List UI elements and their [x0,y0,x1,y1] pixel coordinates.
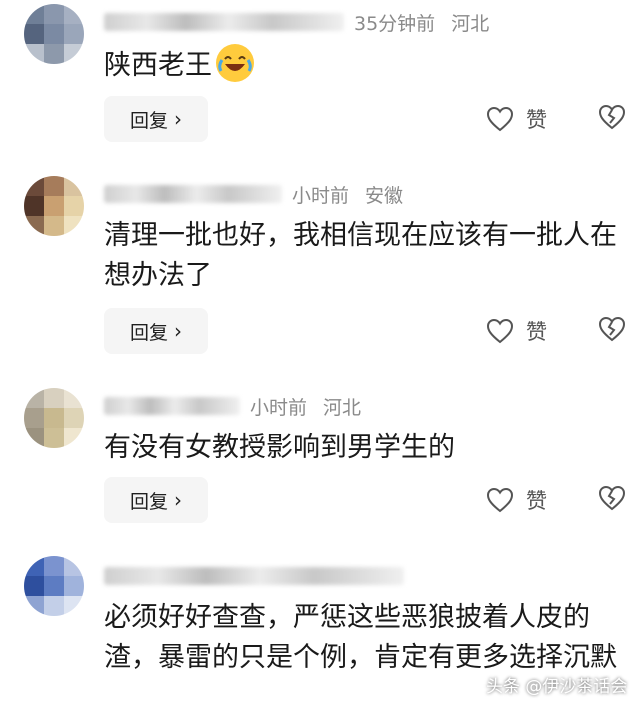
like-label: 赞 [526,489,547,513]
username-blurred[interactable] [104,13,344,31]
comment-meta: 35分钟前 河北 [104,8,489,36]
dislike-button[interactable] [598,485,626,515]
comment-meta [104,562,414,590]
heart-icon [486,318,514,344]
dislike-button[interactable] [598,316,626,346]
comment-location: 河北 [323,396,362,419]
watermark: 头条 @伊沙茶话会 [486,677,628,697]
broken-heart-icon [598,104,626,130]
avatar[interactable] [24,4,84,64]
reply-button[interactable]: 回复 › [104,477,208,523]
avatar[interactable] [24,556,84,616]
avatar[interactable] [24,388,84,448]
username-blurred[interactable] [104,185,282,203]
chevron-right-icon: › [174,107,182,131]
reply-label: 回复 [129,490,168,513]
broken-heart-icon [598,316,626,342]
comment-location: 河北 [451,12,490,35]
dislike-button[interactable] [598,104,626,134]
comment-text: 必须好好查查，严惩这些恶狼披着人皮的渣，暴雷的只是个例，肯定有更多选择沉默 [104,602,617,673]
broken-heart-icon [598,485,626,511]
heart-icon [486,487,514,513]
like-label: 赞 [526,320,547,344]
reply-button[interactable]: 回复 › [104,96,208,142]
chevron-right-icon: › [174,488,182,512]
like-button[interactable]: 赞 [486,316,547,346]
comment-text: 清理一批也好，我相信现在应该有一批人在想办法了 [104,220,617,291]
comment-time: 小时前 [250,396,308,419]
reply-label: 回复 [129,109,168,132]
laughing-tears-emoji-icon [216,44,254,82]
comment-location: 安徽 [365,184,404,207]
like-button[interactable]: 赞 [486,104,547,134]
avatar[interactable] [24,176,84,236]
chevron-right-icon: › [174,319,182,343]
heart-icon [486,106,514,132]
comment-text-wrap: 陕西老王 [104,44,624,86]
username-blurred[interactable] [104,397,240,415]
comment-meta: 小时前 河北 [104,392,361,420]
comment-time: 35分钟前 [354,12,436,35]
comment-meta: 小时前 安徽 [104,180,403,208]
comment-text: 有没有女教授影响到男学生的 [104,432,455,463]
reply-button[interactable]: 回复 › [104,308,208,354]
comment-time: 小时前 [292,184,350,207]
like-label: 赞 [526,108,547,132]
reply-label: 回复 [129,321,168,344]
username-blurred[interactable] [104,567,404,585]
comment-text: 陕西老王 [104,50,212,81]
like-button[interactable]: 赞 [486,485,547,515]
